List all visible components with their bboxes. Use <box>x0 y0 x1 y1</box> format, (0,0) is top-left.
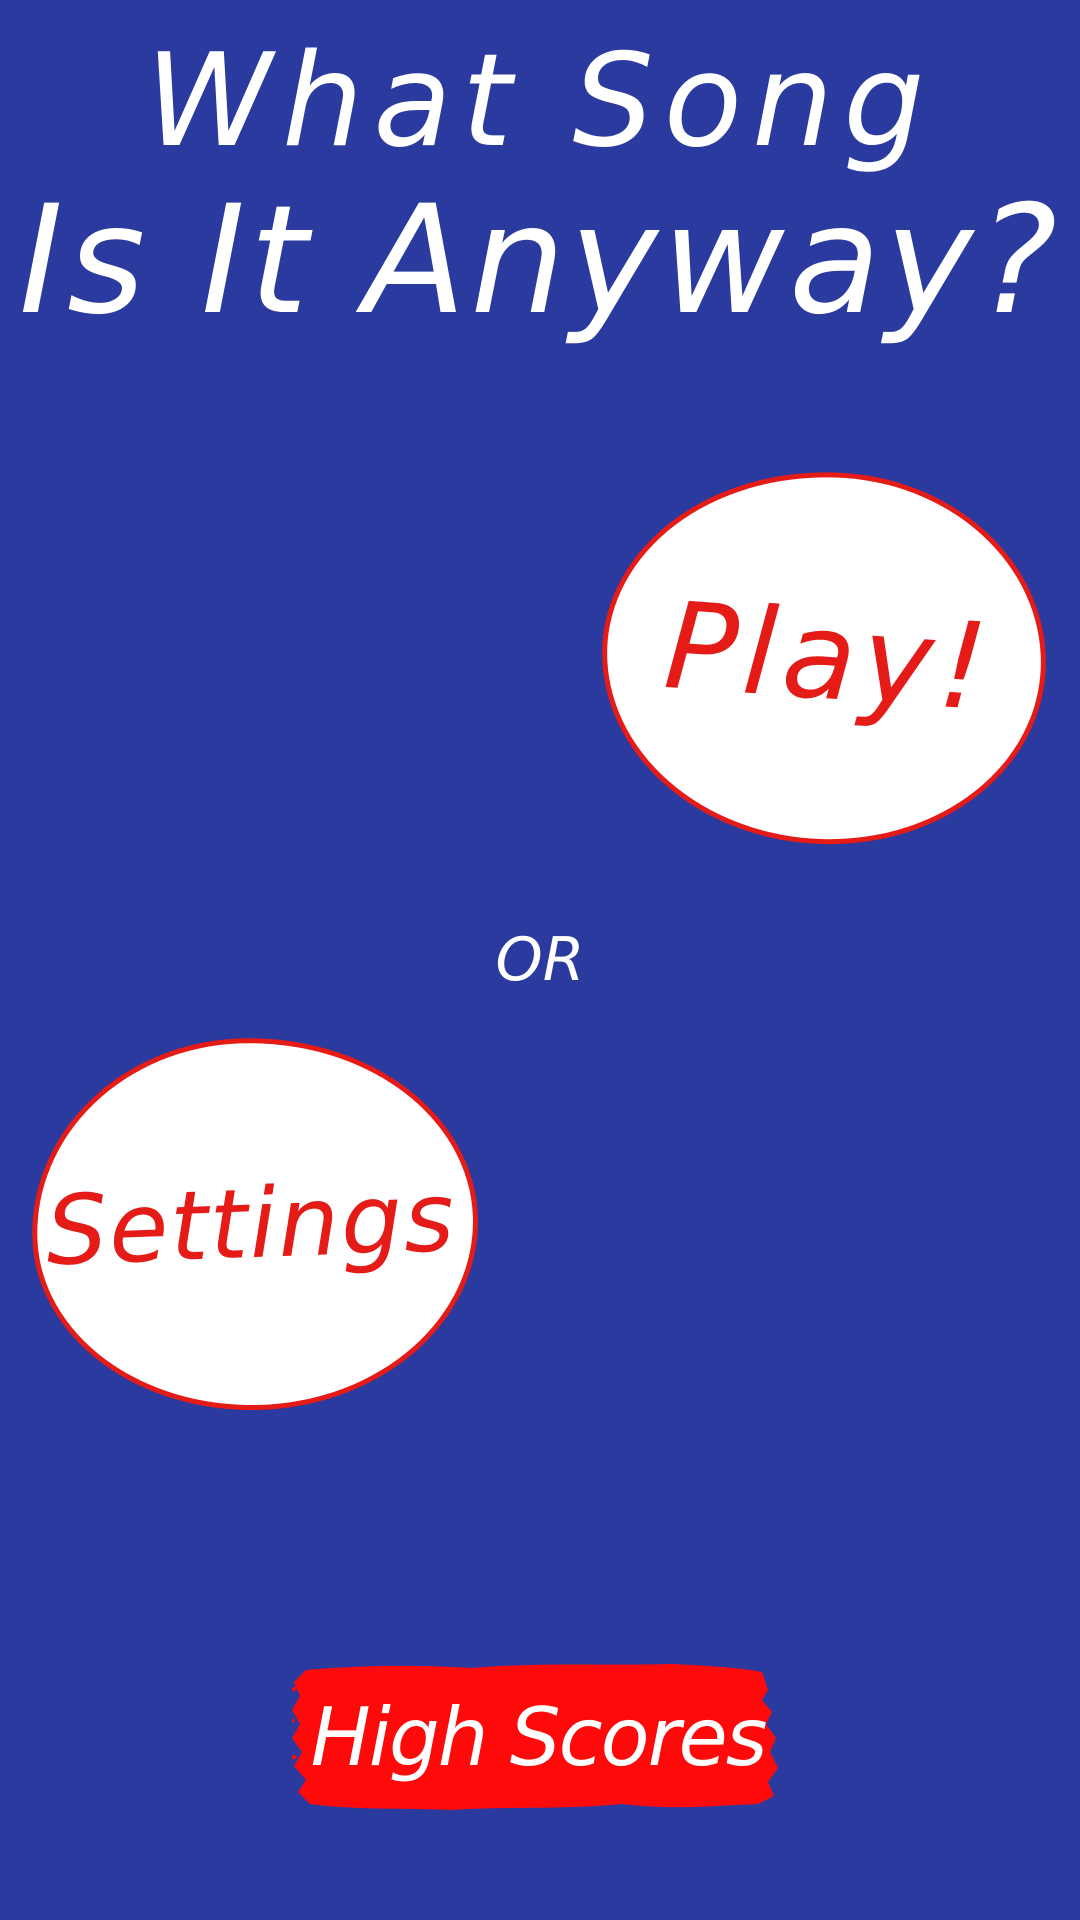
play-button-label: Play! <box>660 577 998 739</box>
play-button[interactable]: Play! <box>589 456 1059 860</box>
high-scores-button[interactable]: High Scores <box>292 1660 784 1816</box>
main-menu-screen: What Song Is It Anyway? Play! OR Setting… <box>0 0 1080 1920</box>
game-title-line-2: Is It Anyway? <box>18 174 1062 348</box>
settings-button-label: Settings <box>44 1161 458 1288</box>
game-title-line-1: What Song <box>145 27 935 176</box>
settings-button[interactable]: Settings <box>25 1030 485 1418</box>
high-scores-label: High Scores <box>310 1691 768 1784</box>
or-separator: OR <box>495 925 585 995</box>
